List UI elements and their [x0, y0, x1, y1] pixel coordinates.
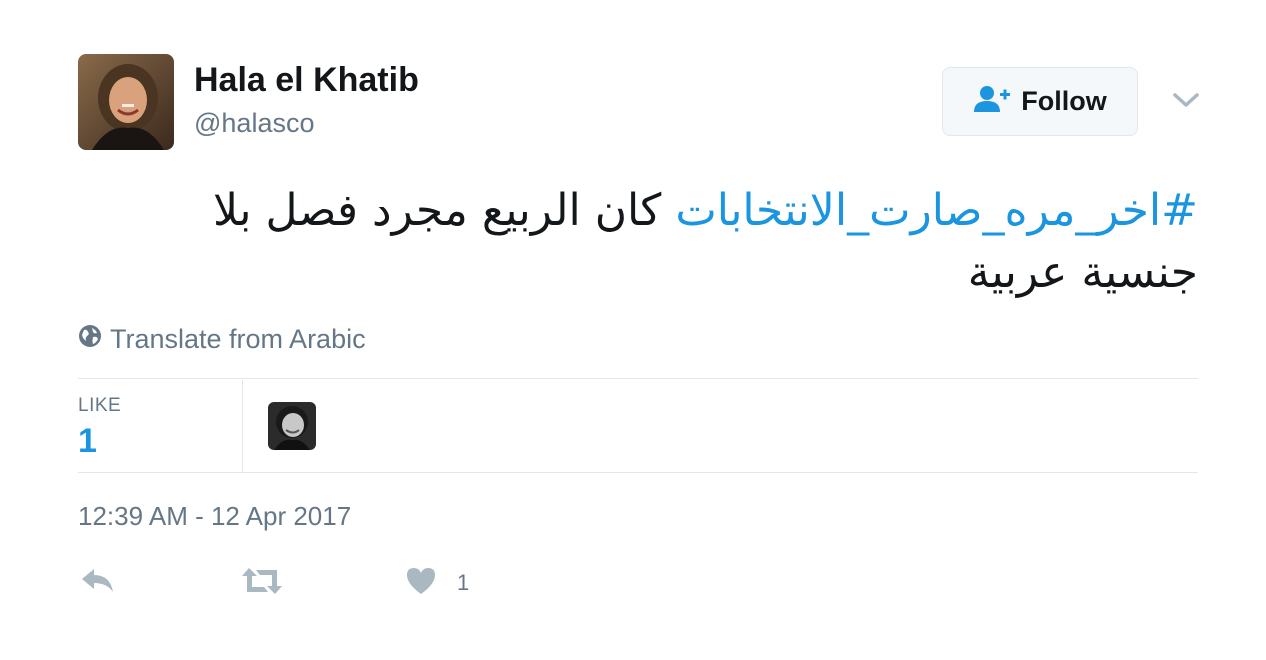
retweet-icon — [240, 566, 284, 601]
author-avatar[interactable] — [78, 54, 174, 150]
heart-icon — [405, 566, 437, 601]
reply-icon — [80, 566, 116, 601]
stats-top-divider — [78, 378, 1198, 379]
follow-button-label: Follow — [1021, 86, 1107, 116]
tweet-text: #اخر_مره_صارت_الانتخابات كان الربيع مجرد… — [150, 180, 1198, 304]
author-avatar-image — [78, 54, 174, 150]
like-action-count: 1 — [457, 570, 470, 595]
stats-bottom-divider — [78, 472, 1198, 473]
retweet-button[interactable] — [240, 566, 284, 600]
author-handle[interactable]: @halasco — [194, 106, 314, 140]
author-display-name[interactable]: Hala el Khatib — [194, 60, 419, 100]
follow-button[interactable]: Follow — [942, 67, 1138, 136]
tweet-hashtag[interactable]: #اخر_مره_صارت_الانتخابات — [675, 185, 1198, 236]
tweet-timestamp[interactable]: 12:39 AM - 12 Apr 2017 — [78, 501, 351, 532]
chevron-down-icon[interactable] — [1172, 88, 1200, 112]
like-button[interactable]: 1 — [405, 566, 469, 600]
liker-avatar-image — [268, 402, 316, 450]
translate-link[interactable]: Translate from Arabic — [78, 324, 366, 355]
follow-person-plus-icon — [973, 85, 1011, 118]
translate-label: Translate from Arabic — [110, 324, 366, 354]
reply-button[interactable] — [80, 566, 116, 600]
likes-stat-label: LIKE — [78, 395, 122, 416]
stats-vertical-divider — [242, 380, 243, 472]
globe-icon — [78, 324, 102, 355]
liker-avatar[interactable] — [268, 402, 316, 450]
likes-stat-count[interactable]: 1 — [78, 422, 97, 461]
